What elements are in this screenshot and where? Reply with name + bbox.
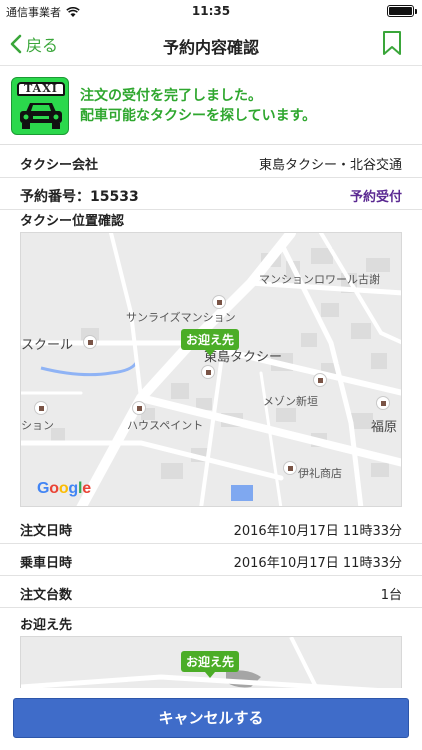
taxi-logo: TAXI (11, 77, 69, 135)
location-section-label: タクシー位置確認 (20, 214, 125, 229)
order-time-row: 注文日時 2016年10月17日 11時33分 (0, 512, 422, 544)
map-label: サンライズマンション (126, 311, 236, 324)
map-poi-marker (132, 401, 146, 415)
reservation-number-label: 予約番号： (20, 189, 90, 205)
ride-time-row: 乗車日時 2016年10月17日 11時33分 (0, 544, 422, 576)
pickup-marker[interactable]: お迎え先 (181, 329, 240, 356)
company-value: 東島タクシー・北谷交通 (258, 158, 402, 173)
google-logo-letter: g (68, 480, 78, 497)
pickup-location-map[interactable]: お迎え先 (20, 636, 402, 696)
order-time-label: 注文日時 (20, 524, 73, 539)
google-logo-letter: G (37, 480, 50, 497)
bookmark-button[interactable] (382, 30, 402, 60)
map-label: メゾン新垣 (263, 395, 318, 408)
bookmark-icon (383, 31, 401, 55)
taxi-location-map[interactable]: マンションロワール古謝 サンライズマンション スクール 東島タクシー メゾン新垣… (20, 232, 402, 507)
google-logo-letter: e (82, 480, 91, 497)
reservation-row: 予約番号：15533 予約受付 (0, 178, 422, 210)
map-label: マンションロワール古謝 (259, 273, 380, 286)
google-logo: Google (37, 480, 91, 498)
map-poi-marker (201, 365, 215, 379)
map-poi-marker (212, 295, 226, 309)
map-poi-marker (34, 401, 48, 415)
ride-time-value: 2016年10月17日 11時33分 (233, 556, 402, 571)
car-count-label: 注文台数 (20, 588, 73, 603)
map-poi-marker (83, 335, 97, 349)
banner-message-line2: 配車可能なタクシーを探しています。 (80, 108, 317, 124)
pickup-section-label: お迎え先 (20, 618, 73, 633)
banner-message-line1: 注文の受付を完了しました。 (80, 88, 262, 104)
pickup-marker[interactable]: お迎え先 (181, 651, 240, 678)
reservation-label: 予約番号：15533 (20, 186, 139, 206)
bottom-bar: キャンセルする (0, 688, 422, 750)
status-bar: 通信事業者 11:35 (0, 0, 422, 22)
banner-message: 注文の受付を完了しました。 配車可能なタクシーを探しています。 (80, 86, 316, 126)
map-poi-marker (376, 396, 390, 410)
ride-time-label: 乗車日時 (20, 556, 73, 571)
map-label: 伊礼商店 (298, 467, 342, 480)
taxi-car-icon (20, 103, 62, 129)
map-poi-marker (313, 373, 327, 387)
status-banner: TAXI 注文の受付を完了しました。 配車可能なタクシーを探しています。 (0, 67, 422, 145)
google-logo-letter: o (58, 480, 69, 497)
battery-level (389, 7, 412, 15)
map-label: ション (21, 419, 54, 432)
car-count-row: 注文台数 1台 (0, 576, 422, 608)
order-time-value: 2016年10月17日 11時33分 (233, 524, 402, 539)
map-label: 福原 (371, 420, 398, 435)
company-row: タクシー会社 東島タクシー・北谷交通 (0, 146, 422, 178)
battery-icon (387, 5, 417, 17)
map-label: スクール (21, 338, 74, 353)
company-label: タクシー会社 (20, 158, 99, 173)
cancel-button[interactable]: キャンセルする (13, 698, 409, 738)
page-title: 予約内容確認 (162, 38, 259, 57)
car-count-value: 1台 (380, 588, 402, 603)
google-logo-letter: o (49, 480, 59, 497)
nav-bar: 戻る 予約内容確認 (0, 22, 422, 66)
map-poi-marker (283, 461, 297, 475)
reservation-number: 15533 (90, 189, 139, 205)
reservation-status: 予約受付 (349, 190, 402, 205)
status-time: 11:35 (191, 4, 231, 18)
map-label: ハウスペイント (127, 419, 204, 432)
